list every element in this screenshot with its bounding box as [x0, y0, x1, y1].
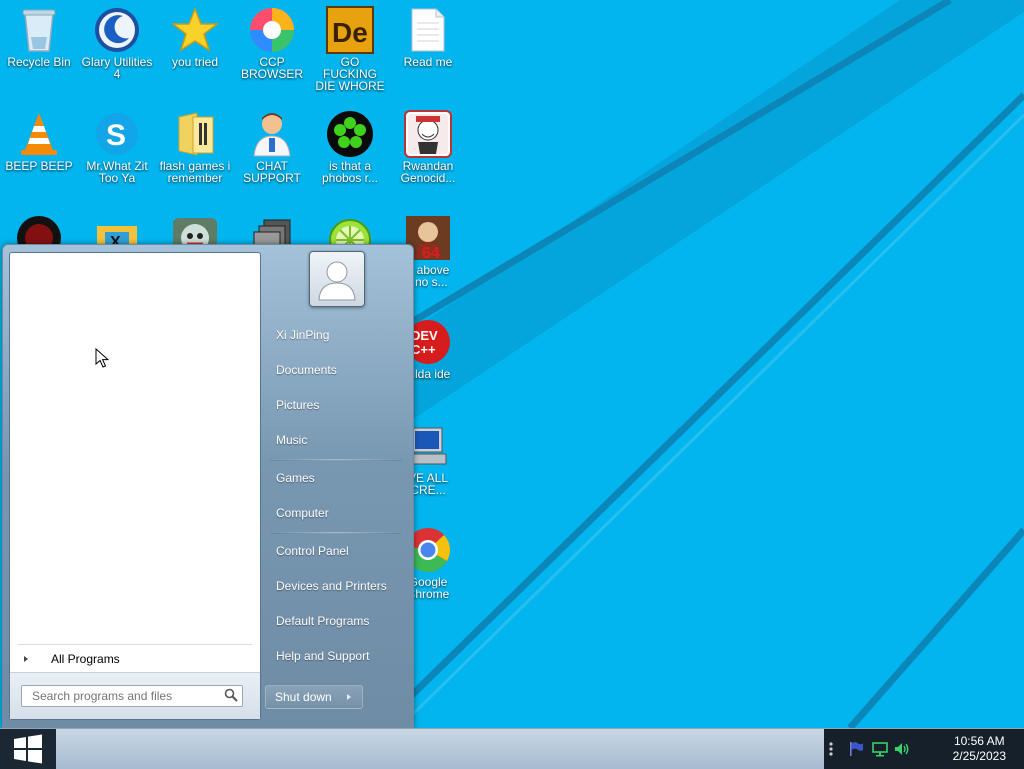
start-item-games[interactable]: Games [265, 463, 416, 493]
start-item-label: Devices and Printers [276, 579, 387, 593]
divider [18, 644, 252, 645]
recycle-bin-icon [15, 6, 63, 54]
desktop-icon-label: GO FUCKING DIE WHORE [315, 55, 385, 93]
desktop-icon-read-me[interactable]: Read me [389, 0, 467, 68]
vlc-cone-icon [15, 110, 63, 158]
start-item-help-support[interactable]: Help and Support [265, 641, 416, 671]
all-programs-button[interactable]: All Programs [14, 649, 256, 669]
search-box[interactable] [21, 685, 243, 707]
start-item-label: Help and Support [276, 649, 370, 663]
desktop-icon-label: Recycle Bin [7, 55, 71, 69]
start-item-label: Pictures [276, 398, 320, 412]
shutdown-label: Shut down [275, 690, 332, 704]
start-item-devices-printers[interactable]: Devices and Printers [265, 571, 416, 601]
desktop-icon-flash-games[interactable]: flash games i remember [156, 104, 234, 184]
start-item-default-programs[interactable]: Default Programs [265, 606, 416, 636]
desktop-icon-label: Read me [403, 55, 453, 69]
search-icon[interactable] [224, 688, 238, 702]
svg-text:De: De [332, 17, 368, 48]
dreamweaver-de-icon: De [326, 6, 374, 54]
desktop-icon-you-tried[interactable]: you tried [156, 0, 234, 68]
desktop-icon-chat-support[interactable]: CHAT SUPPORT [233, 104, 311, 184]
desktop-icon-glary-utilities[interactable]: Glary Utilities 4 [78, 0, 156, 80]
start-button[interactable] [0, 729, 56, 769]
meme-face-icon [404, 110, 452, 158]
desktop-icon-skype[interactable]: S Mr.What Zit Too Ya [78, 104, 156, 184]
all-programs-label: All Programs [51, 652, 120, 666]
taskbar: 10:56 AM 2/25/2023 [0, 728, 1024, 769]
svg-text:64: 64 [422, 245, 440, 262]
desktop-icon-rwandan[interactable]: Rwandan Genocid... [389, 104, 467, 184]
desktop-icon-label: Mr.What Zit Too Ya [86, 159, 148, 185]
desktop-icon-label: Glary Utilities 4 [81, 55, 153, 81]
start-item-pictures[interactable]: Pictures [265, 390, 416, 420]
search-input[interactable] [30, 686, 224, 706]
doctor-person-icon [248, 110, 296, 158]
folder-icon [171, 110, 219, 158]
desktop-icon-label: CCP BROWSER [240, 55, 303, 81]
shutdown-button[interactable]: Shut down [265, 685, 363, 709]
start-item-label: Documents [276, 363, 337, 377]
svg-text:S: S [106, 119, 126, 152]
desktop-icon-label: is that a phobos r... [321, 159, 379, 185]
mouse-cursor-icon [95, 348, 109, 368]
green-flower-icon [326, 110, 374, 158]
desktop-icon-label: you tried [171, 55, 219, 69]
start-item-computer[interactable]: Computer [265, 498, 416, 528]
start-item-control-panel[interactable]: Control Panel [265, 536, 416, 566]
start-item-label: Default Programs [276, 614, 370, 628]
chevron-right-icon[interactable] [347, 694, 351, 700]
start-item-label: Music [276, 433, 308, 447]
clock-time: 10:56 AM [953, 734, 1005, 748]
clock[interactable]: 10:56 AM 2/25/2023 [953, 734, 1006, 764]
divider [271, 459, 401, 461]
desktop-icon-label: BEEP BEEP [5, 159, 73, 173]
network-icon[interactable] [872, 741, 888, 757]
start-item-label: Xi JinPing [276, 328, 330, 342]
desktop-icon-label: CHAT SUPPORT [243, 159, 301, 185]
start-item-music[interactable]: Music [265, 425, 416, 455]
start-item-label: Control Panel [276, 544, 349, 558]
desktop-icon-label: Rwandan Genocid... [400, 159, 456, 185]
desktop-icon-dreamweaver[interactable]: De GO FUCKING DIE WHORE [311, 0, 389, 92]
desktop-icon-recycle-bin[interactable]: Recycle Bin [0, 0, 78, 68]
system-tray: 10:56 AM 2/25/2023 [824, 729, 1024, 769]
programs-pane: All Programs [9, 252, 261, 720]
windows-logo-icon [14, 734, 42, 764]
text-file-icon [404, 6, 452, 54]
desktop-icon-label: flash games i remember [159, 159, 231, 185]
overflow-dots-icon[interactable] [828, 741, 834, 757]
start-item-label: Games [276, 471, 315, 485]
glary-utilities-icon [93, 6, 141, 54]
chevron-right-icon [24, 656, 28, 662]
start-menu: All Programs Xi JinPing Documents Pictur… [2, 244, 414, 729]
browser-swirl-icon [248, 6, 296, 54]
start-item-label: Computer [276, 506, 329, 520]
start-item-documents[interactable]: Documents [265, 355, 416, 385]
action-center-flag-icon[interactable] [848, 741, 864, 757]
user-avatar[interactable] [309, 251, 365, 307]
clock-date: 2/25/2023 [952, 749, 1006, 763]
gold-star-icon [171, 6, 219, 54]
search-area [10, 672, 260, 719]
user-silhouette-icon [318, 261, 356, 301]
desktop-icon-beep-beep[interactable]: BEEP BEEP [0, 104, 78, 172]
skype-icon: S [93, 110, 141, 158]
desktop-icon-ccp-browser[interactable]: CCP BROWSER [233, 0, 311, 80]
desktop-icon-phobos[interactable]: is that a phobos r... [311, 104, 389, 184]
divider [271, 532, 401, 534]
volume-icon[interactable] [894, 741, 910, 757]
start-item-user-name[interactable]: Xi JinPing [265, 320, 416, 350]
